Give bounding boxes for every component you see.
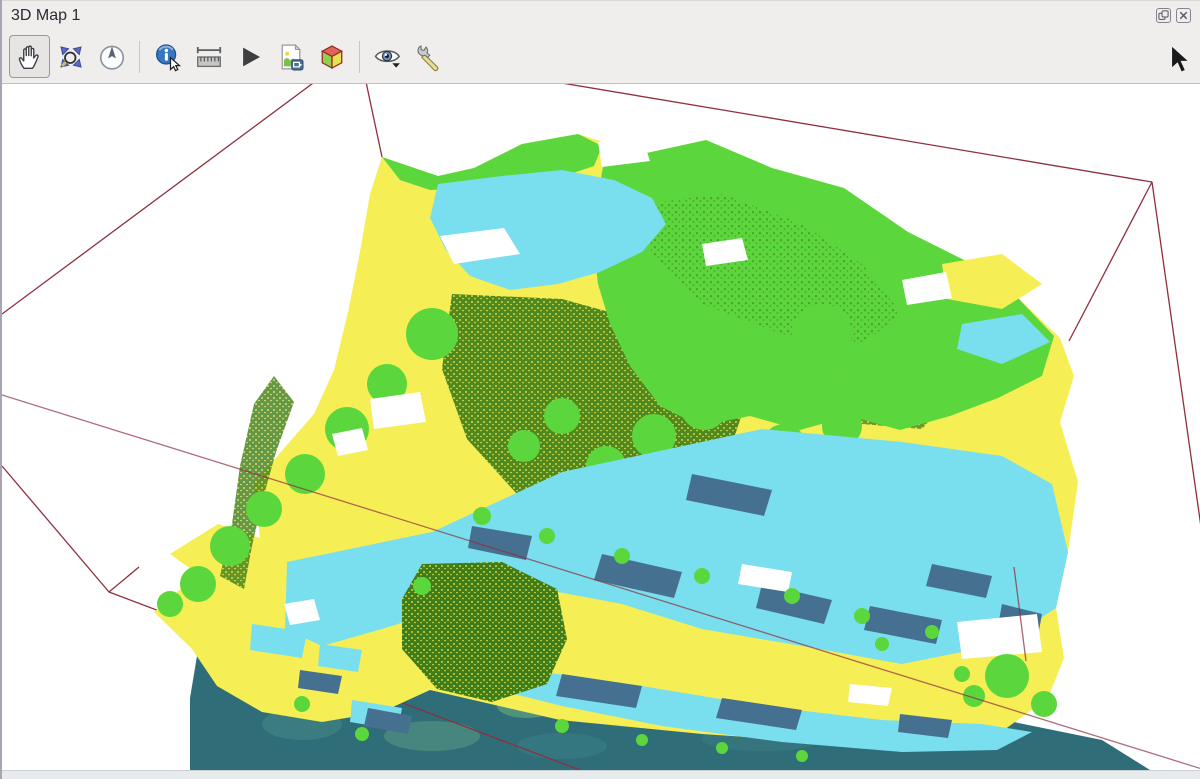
- cube-icon: [317, 42, 347, 72]
- toolbar-separator: [359, 41, 360, 73]
- export-image-icon: [276, 42, 306, 72]
- ruler-icon: [194, 42, 224, 72]
- 3d-scene: [2, 84, 1200, 770]
- wrench-icon: [414, 42, 444, 72]
- close-icon: [1178, 10, 1189, 21]
- point-cloud: [154, 134, 1078, 762]
- configure-button[interactable]: [408, 35, 449, 78]
- panel-title: 3D Map 1: [11, 7, 80, 25]
- window-controls: [1156, 8, 1191, 23]
- panel-titlebar[interactable]: 3D Map 1: [2, 0, 1200, 30]
- camera-view-menu-button[interactable]: [367, 35, 408, 78]
- zoom-extent-icon: [56, 42, 86, 72]
- identify-button[interactable]: [147, 35, 188, 78]
- float-panel-icon: [1158, 10, 1169, 21]
- animations-button[interactable]: [229, 35, 270, 78]
- 3d-viewport[interactable]: [2, 84, 1200, 770]
- close-window-button[interactable]: [1176, 8, 1191, 23]
- measure-line-button[interactable]: [188, 35, 229, 78]
- 3d-map-panel: 3D Map 1: [0, 0, 1200, 779]
- zoom-full-extent-button[interactable]: [50, 35, 91, 78]
- rotate-camera-button[interactable]: [91, 35, 132, 78]
- hand-icon: [15, 42, 45, 72]
- toolbar-separator: [139, 41, 140, 73]
- eye-icon: [372, 42, 404, 72]
- save-as-image-button[interactable]: [270, 35, 311, 78]
- panel-bottom-edge: [2, 770, 1200, 779]
- play-icon: [235, 42, 265, 72]
- export-3d-scene-button[interactable]: [311, 35, 352, 78]
- 3d-map-toolbar: [2, 30, 1200, 84]
- chevron-down-icon: [392, 63, 400, 67]
- camera-pan-button[interactable]: [9, 35, 50, 78]
- float-window-button[interactable]: [1156, 8, 1171, 23]
- identify-icon: [153, 42, 183, 72]
- compass-icon: [97, 42, 127, 72]
